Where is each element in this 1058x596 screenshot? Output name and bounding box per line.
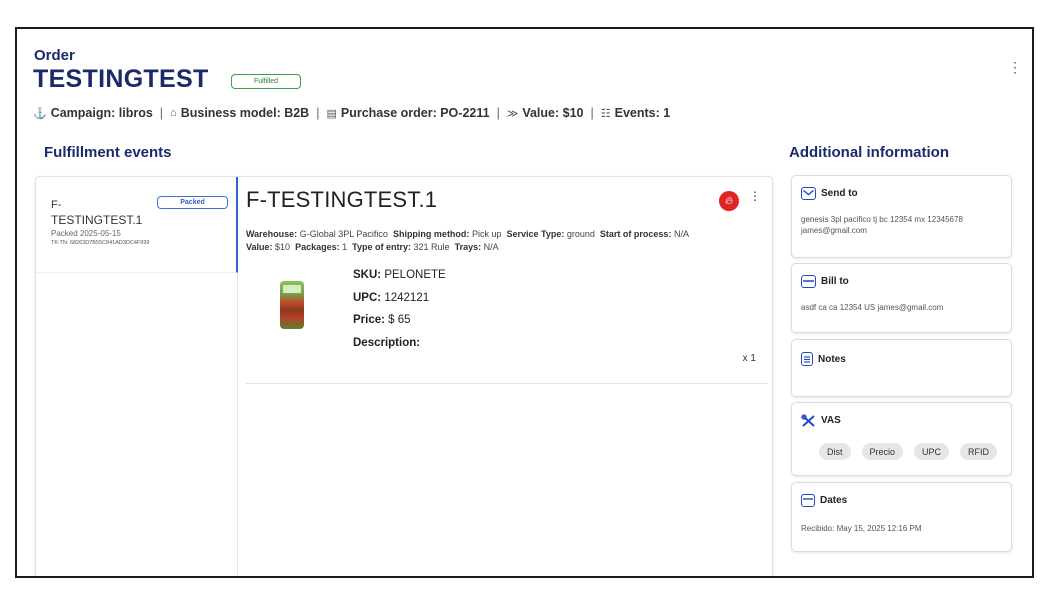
fulfillment-events-title: Fulfillment events (44, 144, 172, 161)
event-id: TESTINGTEST.1 (51, 213, 143, 227)
event-packed-date: Packed 2025-05-15 (51, 229, 121, 238)
product-price: Price: $ 65 (353, 314, 411, 326)
shipment-info-line-2: Value: $10 Packages: 1 Type of entry: 32… (246, 242, 499, 252)
event-detail: F-TESTINGTEST.1 🔥︎ ⋮ Warehouse: G-Global… (246, 177, 768, 576)
mail-icon (801, 187, 816, 200)
value-value: $10 (275, 242, 291, 252)
status-badge: Fulfilled (231, 74, 301, 89)
order-meta: ⚓ Campaign: libros | ⌂ Business model: B2B… (33, 106, 671, 120)
business-icon: ⌂ (170, 107, 177, 119)
meta-events: ☷ Events: 1 (600, 106, 671, 120)
more-options-icon[interactable]: ⋮ (1008, 60, 1022, 74)
vas-chips: Dist Precio UPC RFID (819, 443, 998, 460)
send-to-address: genesis 3pl pacifico tj bc 12354 mx 1234… (801, 215, 963, 235)
bill-to-card: Bill to asdf ca ca 12354 US james@gmail.… (791, 263, 1012, 333)
trays-value: N/A (483, 242, 499, 252)
additional-info-title: Additional information (789, 144, 949, 161)
bill-to-address: asdf ca ca 12354 US james@gmail.com (801, 303, 944, 312)
events-icon: ☷ (600, 107, 611, 120)
send-to-title: Send to (821, 188, 858, 199)
event-list: F- TESTINGTEST.1 Packed 2025-05-15 TK:TN… (36, 177, 238, 576)
service-type-value: ground (566, 229, 595, 239)
vas-chip[interactable]: Dist (819, 443, 851, 460)
credit-card-icon (801, 275, 816, 288)
order-page: Order TESTINGTEST Fulfilled ⋮ ⚓ Campaign:… (15, 27, 1034, 578)
shipment-info-line-1: Warehouse: G-Global 3PL Pacifico Shippin… (246, 229, 689, 239)
fulfillment-panel: F- TESTINGTEST.1 Packed 2025-05-15 TK:TN… (35, 176, 773, 576)
calendar-icon (801, 494, 815, 507)
event-detail-title: F-TESTINGTEST.1 (246, 187, 438, 212)
entry-type-value: 321 Rule (413, 242, 450, 252)
order-title: TESTINGTEST (33, 65, 209, 93)
event-status-badge: Packed (157, 196, 228, 209)
product-image (280, 281, 304, 329)
product-row: SKU: PELONETE UPC: 1242121 Price: $ 65 D… (246, 263, 768, 384)
dates-received: Recibido: May 15, 2025 12:16 PM (801, 524, 922, 533)
bill-to-title: Bill to (821, 276, 849, 287)
product-description: Description: (353, 337, 421, 349)
vas-card: VAS Dist Precio UPC RFID (791, 402, 1012, 476)
document-icon: ▤ (326, 107, 337, 120)
send-to-card: Send to genesis 3pl pacifico tj bc 12354… (791, 175, 1012, 258)
start-process-value: N/A (673, 229, 689, 239)
warehouse-value: G-Global 3PL Pacifico (299, 229, 388, 239)
meta-purchase-order: ▤ Purchase order: PO-2211 (326, 106, 490, 120)
vas-chip[interactable]: Precio (861, 443, 904, 460)
shipping-method-value: Pick up (471, 229, 502, 239)
dates-card: Dates Recibido: May 15, 2025 12:16 PM (791, 482, 1012, 552)
notes-card: Notes (791, 339, 1012, 397)
detail-more-icon[interactable]: ⋮ (749, 190, 761, 202)
meta-value: ≫ Value: $10 (506, 106, 584, 120)
event-tracking: TK:TN: 68263D7B55C841AD3DC4F999 (51, 240, 150, 246)
vas-title: VAS (821, 415, 841, 426)
product-upc: UPC: 1242121 (353, 292, 430, 304)
event-list-item[interactable]: F- TESTINGTEST.1 Packed 2025-05-15 TK:TN… (36, 177, 238, 273)
product-quantity: x 1 (742, 353, 756, 364)
order-label: Order (34, 47, 75, 64)
fire-icon[interactable]: 🔥︎ (719, 191, 739, 211)
tools-icon (801, 413, 816, 427)
campaign-icon: ⚓ (33, 107, 47, 120)
dates-title: Dates (820, 495, 848, 506)
notes-title: Notes (818, 353, 846, 365)
product-sku: SKU: PELONETE (353, 269, 446, 281)
packages-value: 1 (342, 242, 348, 252)
notes-icon (801, 352, 813, 366)
vas-chip[interactable]: UPC (914, 443, 950, 460)
meta-business-model: ⌂ Business model: B2B (170, 106, 310, 120)
vas-chip[interactable]: RFID (960, 443, 998, 460)
value-icon: ≫ (506, 107, 519, 120)
event-prefix: F- (51, 199, 62, 211)
meta-campaign: ⚓ Campaign: libros (33, 106, 153, 120)
